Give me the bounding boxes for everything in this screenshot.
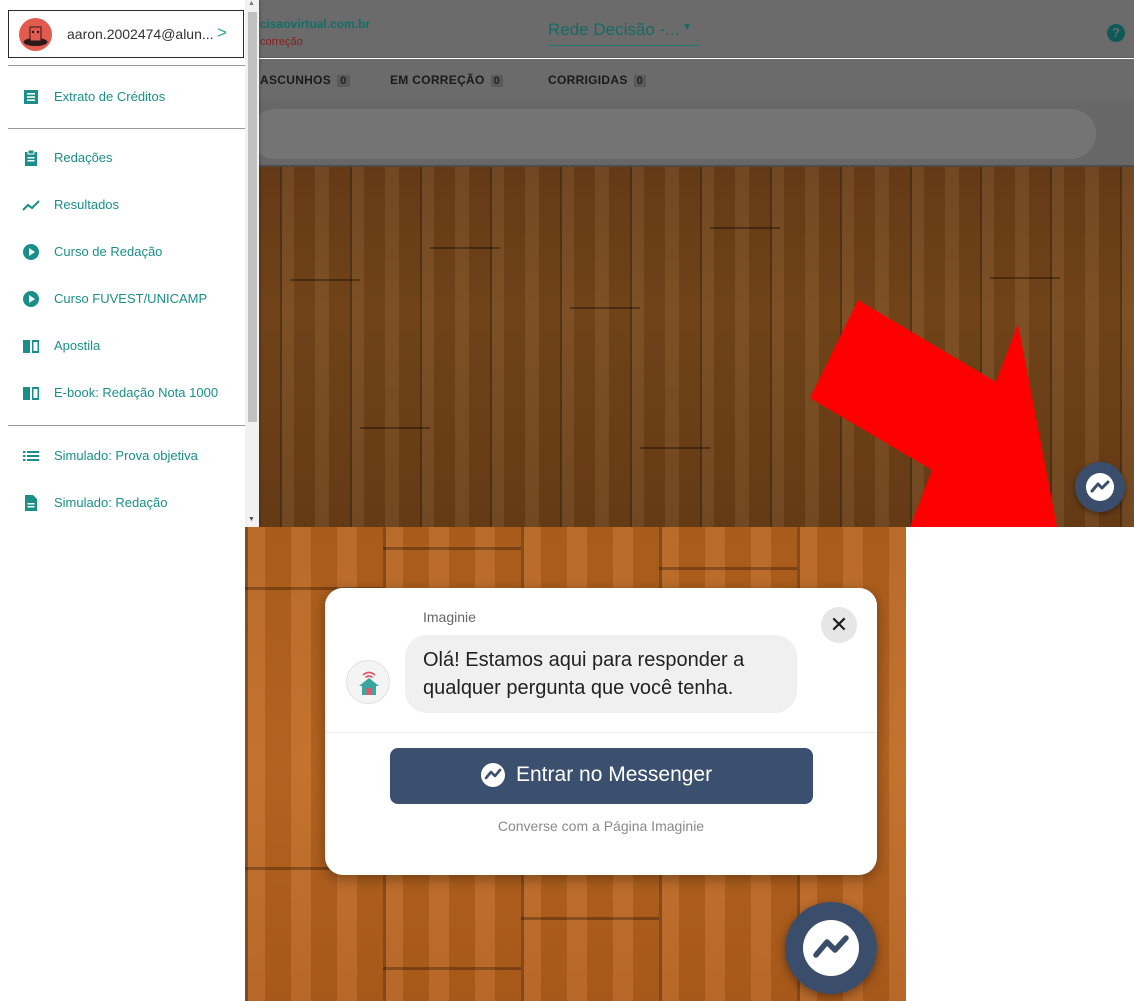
divider	[8, 128, 245, 129]
sidebar-item-redacoes[interactable]: Redações	[0, 138, 245, 178]
sidebar-item-apostila[interactable]: Apostila	[0, 326, 245, 366]
sidebar-item-curso-redacao[interactable]: Curso de Redação	[0, 232, 245, 272]
tab-count: 0	[337, 75, 350, 87]
messenger-popup-screenshot: Imaginie ✕ Olá! Estamos aqui para respon…	[245, 527, 906, 1001]
messenger-subtitle: Converse com a Página Imaginie	[497, 818, 705, 834]
sidebar-item-label: Resultados	[54, 197, 120, 212]
site-url[interactable]: cisaovirtual.com.br	[260, 17, 370, 31]
close-icon: ✕	[829, 612, 849, 637]
sidebar-item-label: Extrato de Créditos	[54, 89, 166, 104]
sidebar-scrollbar[interactable]: ▲ ▼	[245, 0, 259, 527]
clipboard-icon	[25, 149, 37, 166]
house-wifi-icon	[359, 671, 379, 695]
sidebar-item-label: Simulado: Prova objetiva	[54, 448, 198, 463]
messenger-chat-button[interactable]	[1075, 462, 1125, 512]
sidebar: aaron.2002474@alun... > Extrato de Crédi…	[0, 0, 259, 527]
messenger-icon	[1086, 473, 1114, 501]
list-icon	[23, 451, 39, 461]
sidebar-item-resultados[interactable]: Resultados	[0, 185, 245, 225]
sidebar-item-label: Apostila	[54, 338, 101, 353]
scroll-up-arrow-icon[interactable]: ▲	[248, 0, 255, 7]
scrollbar-thumb[interactable]	[248, 12, 257, 422]
chevron-right-icon: >	[217, 23, 227, 42]
tab-count: 0	[633, 75, 647, 87]
sidebar-item-simulado-redacao[interactable]: Simulado: Redação	[0, 483, 245, 523]
sidebar-item-curso-fuvest[interactable]: Curso FUVEST/UNICAMP	[0, 279, 245, 319]
sidebar-item-ebook[interactable]: E-book: Redação Nota 1000	[0, 373, 245, 413]
avatar	[19, 18, 52, 51]
tab-corrigidas[interactable]: CORRIGIDAS 0	[548, 73, 647, 87]
play-circle-icon	[23, 291, 39, 307]
sidebar-item-label: E-book: Redação Nota 1000	[54, 385, 219, 400]
app-screenshot: cisaovirtual.com.br correção Rede Decisã…	[0, 0, 1134, 527]
book-icon	[23, 387, 39, 400]
divider	[8, 425, 245, 426]
scroll-down-arrow-icon[interactable]: ▼	[248, 516, 255, 523]
messenger-chat-button-large[interactable]	[785, 902, 877, 994]
sender-name: Imaginie	[423, 609, 476, 625]
tab-rascunhos[interactable]: ASCUNHOS 0	[260, 73, 350, 87]
divider	[8, 65, 245, 66]
file-icon	[25, 495, 37, 511]
question-circle-icon[interactable]: ?	[1107, 24, 1125, 42]
trending-icon	[22, 200, 40, 211]
list-doc-icon	[24, 90, 38, 104]
tab-count: 0	[490, 75, 504, 87]
page-avatar	[346, 660, 390, 704]
sidebar-item-label: Redações	[54, 150, 113, 165]
greeting-message: Olá! Estamos aqui para responder a qualq…	[405, 635, 797, 713]
tab-em-correcao[interactable]: EM CORREÇÃO 0	[390, 73, 504, 87]
account-switcher[interactable]: aaron.2002474@alun... >	[8, 10, 244, 58]
site-subtitle: correção	[260, 36, 303, 48]
sidebar-item-label: Curso FUVEST/UNICAMP	[54, 291, 208, 306]
play-circle-icon	[23, 244, 39, 260]
account-email: aaron.2002474@alun...	[67, 26, 214, 42]
enter-messenger-label: Entrar no Messenger	[516, 763, 713, 786]
close-button[interactable]: ✕	[821, 607, 857, 643]
tab-label: ASCUNHOS	[260, 73, 332, 87]
network-select-value: Rede Decisão -...	[548, 20, 680, 39]
network-select[interactable]: Rede Decisão -... ▼	[548, 20, 700, 46]
messenger-icon	[803, 920, 859, 976]
sidebar-item-label: Simulado: Redação	[54, 495, 168, 510]
messenger-greeting-card: Imaginie ✕ Olá! Estamos aqui para respon…	[325, 588, 877, 875]
book-icon	[23, 340, 39, 353]
search-bar[interactable]	[250, 109, 1096, 159]
tab-label: CORRIGIDAS	[548, 73, 628, 87]
sidebar-item-label: Curso de Redação	[54, 244, 163, 259]
divider	[325, 732, 877, 733]
tab-label: EM CORREÇÃO	[390, 73, 485, 87]
messenger-icon	[481, 763, 505, 787]
sidebar-item-extrato-creditos[interactable]: Extrato de Créditos	[0, 77, 245, 117]
enter-messenger-button[interactable]: Entrar no Messenger	[390, 748, 813, 804]
caret-down-icon: ▼	[682, 22, 692, 33]
sidebar-item-simulado-prova[interactable]: Simulado: Prova objetiva	[0, 436, 245, 476]
